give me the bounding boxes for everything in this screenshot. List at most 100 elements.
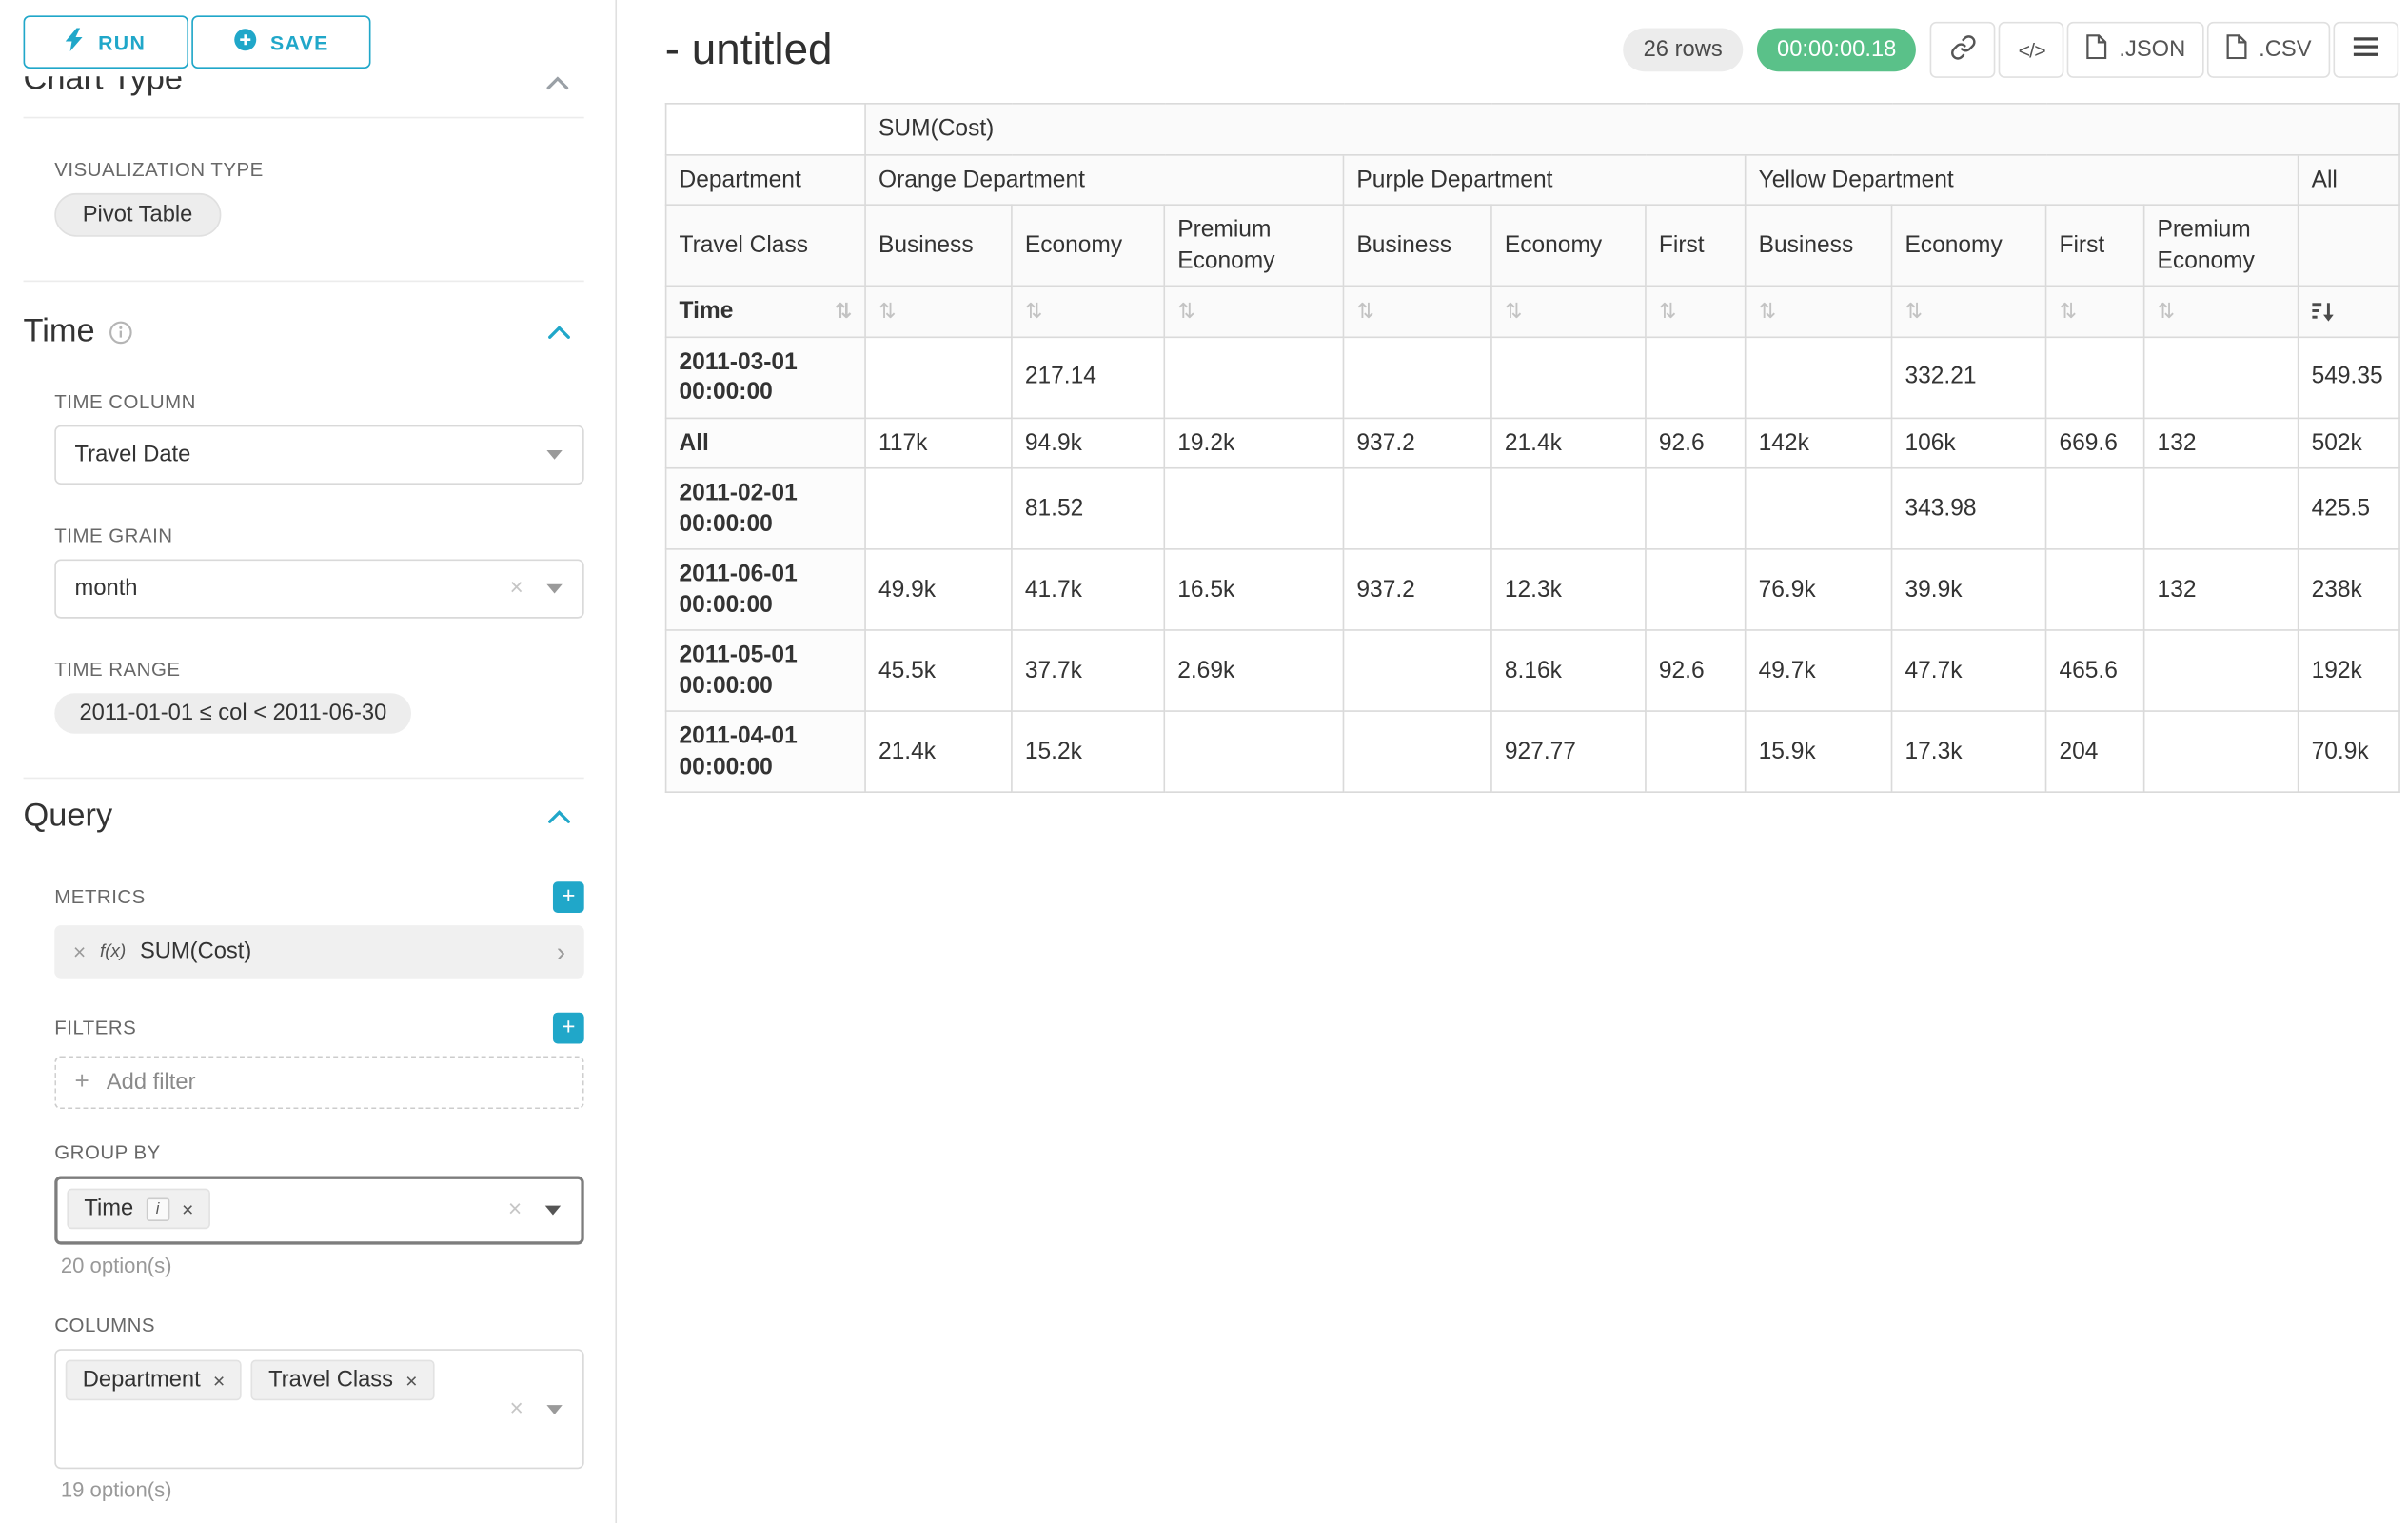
sort-toggle-icon[interactable]: ⇅ (1177, 299, 1195, 323)
row-count-badge: 26 rows (1623, 28, 1743, 71)
sort-toggle-icon[interactable]: ⇅ (2059, 299, 2077, 323)
time-column-select[interactable]: Travel Date (54, 425, 583, 485)
group-by-tag: Time i × (67, 1189, 210, 1230)
pivot-value-cell: 12.3k (1491, 549, 1646, 630)
group-by-tag-label: Time (84, 1197, 133, 1221)
time-grain-select[interactable]: month × (54, 560, 583, 619)
pivot-value-cell: 192k (2299, 630, 2400, 711)
sort-toggle-icon[interactable]: ⇅ (1356, 299, 1374, 323)
row-time-label: 2011-04-01 00:00:00 (666, 711, 865, 792)
save-button[interactable]: SAVE (191, 15, 371, 69)
row-time-label: All (666, 418, 865, 468)
plus-circle-icon (233, 28, 257, 55)
travel-class-header (2299, 205, 2400, 286)
pivot-value-cell (1646, 336, 1746, 417)
pivot-value-cell (2046, 468, 2144, 549)
metric-pill[interactable]: × f(x) SUM(Cost) › (54, 925, 583, 979)
pivot-value-cell (2046, 336, 2144, 417)
row-time-label: 2011-06-01 00:00:00 (666, 549, 865, 630)
pivot-value-cell: 132 (2144, 418, 2299, 468)
chart-type-section-header[interactable]: Chart Type (24, 76, 584, 101)
pivot-value-cell: 937.2 (1343, 549, 1490, 630)
time-section-title: Time (24, 313, 95, 350)
chart-title[interactable]: - untitled (665, 25, 833, 74)
collapse-chevron-icon[interactable] (548, 809, 570, 823)
remove-metric-icon[interactable]: × (73, 940, 86, 964)
sort-toggle-icon[interactable]: ⇅ (878, 299, 897, 323)
pivot-value-cell (2144, 630, 2299, 711)
remove-tag-icon[interactable]: × (405, 1369, 417, 1393)
bolt-icon (66, 28, 85, 55)
row-time-label: 2011-03-01 00:00:00 (666, 336, 865, 417)
columns-tag: Travel Class × (251, 1360, 435, 1401)
add-filter-plus-button[interactable]: + (553, 1013, 584, 1044)
pivot-value-cell: 37.7k (1012, 630, 1164, 711)
sort-header-cell: ⇅ (1646, 286, 1746, 336)
department-group-header: Orange Department (865, 154, 1343, 205)
pivot-value-cell: 549.35 (2299, 336, 2400, 417)
clear-icon[interactable]: × (510, 1394, 523, 1425)
query-section-header[interactable]: Query (24, 798, 584, 835)
add-filter-button[interactable]: + Add filter (54, 1057, 583, 1110)
pivot-value-cell (1491, 468, 1646, 549)
sort-toggle-icon[interactable]: ⇅ (835, 298, 853, 326)
run-button-label: RUN (98, 30, 146, 54)
remove-tag-icon[interactable]: × (182, 1197, 193, 1221)
columns-tag-label: Department (83, 1368, 201, 1393)
remove-tag-icon[interactable]: × (213, 1369, 225, 1393)
pivot-data-row: 2011-06-01 00:00:0049.9k41.7k16.5k937.21… (666, 549, 2400, 630)
sort-toggle-icon[interactable]: ⇅ (1659, 299, 1677, 323)
pivot-value-cell (1746, 336, 1892, 417)
pivot-value-cell (1646, 711, 1746, 792)
share-link-button[interactable] (1930, 22, 1996, 78)
export-csv-button[interactable]: .CSV (2207, 22, 2330, 78)
columns-options-hint: 19 option(s) (61, 1478, 584, 1502)
pivot-value-cell (865, 468, 1012, 549)
pivot-value-cell: 16.5k (1164, 549, 1343, 630)
pivot-value-cell (1746, 468, 1892, 549)
visualization-type-value[interactable]: Pivot Table (54, 193, 221, 237)
pivot-value-cell: 81.52 (1012, 468, 1164, 549)
department-group-header: Yellow Department (1746, 154, 2299, 205)
pivot-sort-row: Time ⇅ ⇅⇅⇅⇅⇅⇅⇅⇅⇅⇅ (666, 286, 2400, 336)
pivot-value-cell: 47.7k (1892, 630, 2046, 711)
pivot-value-cell: 106k (1892, 418, 2046, 468)
clear-icon[interactable]: × (508, 1195, 522, 1226)
function-icon: f(x) (100, 942, 126, 961)
clear-icon[interactable]: × (510, 573, 523, 604)
sort-toggle-icon[interactable]: ⇅ (1025, 299, 1043, 323)
travel-class-header: Economy (1491, 205, 1646, 286)
sort-toggle-icon[interactable]: ⇅ (1505, 299, 1523, 323)
time-section-header[interactable]: Time (24, 313, 584, 350)
pivot-body: 2011-03-01 00:00:00217.14332.21549.35All… (666, 336, 2400, 792)
pivot-value-cell (2046, 549, 2144, 630)
run-button[interactable]: RUN (24, 15, 188, 69)
sort-toggle-icon[interactable]: ⇅ (2158, 299, 2176, 323)
columns-select[interactable]: Department × Travel Class × × (54, 1349, 583, 1469)
menu-button[interactable] (2333, 22, 2398, 78)
department-group-header: All (2299, 154, 2400, 205)
collapse-chevron-icon[interactable] (548, 325, 570, 339)
pivot-data-row: 2011-04-01 00:00:0021.4k15.2k927.7715.9k… (666, 711, 2400, 792)
action-buttons: RUN SAVE (24, 15, 584, 69)
sort-desc-icon[interactable] (2312, 299, 2334, 323)
time-grain-label: TIME GRAIN (54, 525, 583, 547)
control-panel: RUN SAVE Chart Type VISUALIZATION TYPE P… (0, 0, 617, 1523)
sort-header-cell (2299, 286, 2400, 336)
export-json-button[interactable]: .JSON (2067, 22, 2204, 78)
sort-toggle-icon[interactable]: ⇅ (1905, 299, 1923, 323)
save-button-label: SAVE (270, 30, 329, 54)
travel-class-header: Premium Economy (2144, 205, 2299, 286)
add-metric-button[interactable]: + (553, 881, 584, 913)
sort-toggle-icon[interactable]: ⇅ (1759, 299, 1777, 323)
chevron-down-icon (545, 1206, 561, 1216)
travel-class-row-label: Travel Class (666, 205, 865, 286)
explore-view: RUN SAVE Chart Type VISUALIZATION TYPE P… (0, 0, 2408, 1523)
pivot-value-cell: 92.6 (1646, 418, 1746, 468)
pivot-value-cell: 465.6 (2046, 630, 2144, 711)
view-query-button[interactable]: </> (1999, 22, 2064, 78)
query-timer-badge: 00:00:00.18 (1757, 28, 1917, 71)
time-range-value[interactable]: 2011-01-01 ≤ col < 2011-06-30 (54, 693, 411, 734)
pivot-value-cell: 92.6 (1646, 630, 1746, 711)
group-by-select[interactable]: Time i × × (54, 1177, 583, 1245)
